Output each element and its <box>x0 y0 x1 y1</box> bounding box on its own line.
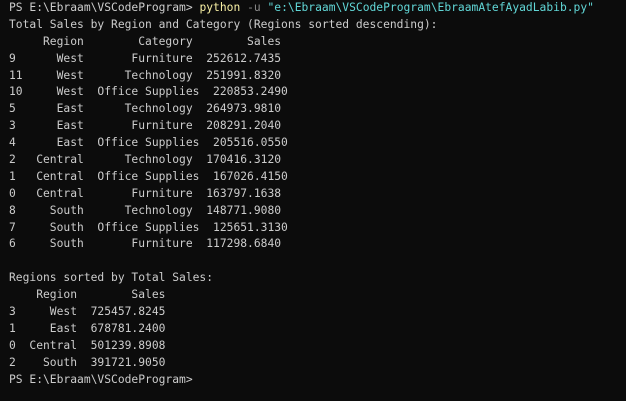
table-row: 2 Central Technology 170416.3120 <box>9 153 282 167</box>
table-row: 9 West Furniture 252612.7435 <box>9 51 282 65</box>
command-flag: -u <box>247 1 261 14</box>
output1-header: Region Category Sales <box>9 34 282 48</box>
output2-header: Region Sales <box>9 288 166 302</box>
table-row: 1 East 678781.2400 <box>9 321 166 335</box>
command-argument: "e:\Ebraam\VSCodeProgram\EbraamAtefAyadL… <box>267 1 594 14</box>
table-row: 0 Central 501239.8908 <box>9 338 166 352</box>
table-row: 5 East Technology 264973.9810 <box>9 102 282 116</box>
table-row: 6 South Furniture 117298.6840 <box>9 237 282 251</box>
table-row: 7 South Office Supplies 125651.3130 <box>9 220 288 234</box>
output1-title: Total Sales by Region and Category (Regi… <box>9 17 438 31</box>
table-row: 2 South 391721.9050 <box>9 355 166 369</box>
terminal-window[interactable]: PS E:\Ebraam\VSCodeProgram> python -u "e… <box>0 0 626 401</box>
output2-title: Regions sorted by Total Sales: <box>9 271 214 285</box>
prompt: PS E:\Ebraam\VSCodeProgram> <box>9 1 200 14</box>
table-row: 1 Central Office Supplies 167026.4150 <box>9 169 288 183</box>
table-row: 3 West 725457.8245 <box>9 305 166 319</box>
table-row: 10 West Office Supplies 220853.2490 <box>9 85 288 99</box>
command-program: python <box>199 1 241 14</box>
table-row: 4 East Office Supplies 205516.0550 <box>9 136 288 150</box>
final-prompt[interactable]: PS E:\Ebraam\VSCodeProgram> <box>9 372 626 389</box>
table-row: 0 Central Furniture 163797.1638 <box>9 186 282 200</box>
table-row: 11 West Technology 251991.8320 <box>9 68 282 82</box>
command-line: PS E:\Ebraam\VSCodeProgram> python -u "e… <box>9 0 626 17</box>
table-row: 8 South Technology 148771.9080 <box>9 203 282 217</box>
table-row: 3 East Furniture 208291.2040 <box>9 119 282 133</box>
